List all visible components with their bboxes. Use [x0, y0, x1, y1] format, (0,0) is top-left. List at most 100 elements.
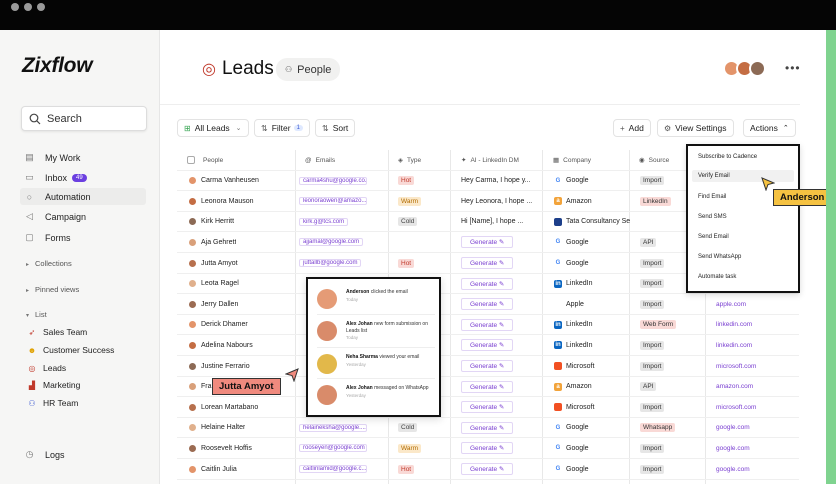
column-header-company[interactable]: ▦ Company — [553, 150, 591, 170]
source-cell[interactable]: API — [640, 377, 657, 397]
website-cell[interactable]: microsoft.com — [716, 397, 756, 417]
company-cell[interactable]: G Google — [554, 171, 638, 191]
nav-inbox[interactable]: ▭ Inbox 49 — [23, 172, 87, 183]
list-item-leads[interactable]: ◎ Leads — [27, 363, 67, 373]
ai-dm-cell[interactable]: Generate ✎ — [461, 459, 514, 479]
company-cell[interactable]: in LinkedIn — [554, 315, 638, 335]
list-item-customer-success[interactable]: ☻ Customer Success — [27, 345, 115, 355]
type-cell[interactable]: Warm — [398, 438, 422, 458]
company-cell[interactable]: Tata Consultancy Se — [554, 212, 638, 232]
pinned-views-section[interactable]: ▸ Pinned views — [26, 285, 79, 294]
generate-button[interactable]: Generate ✎ — [461, 318, 514, 331]
column-header-ai-linkedin-dm[interactable]: ✦ AI - LinkedIn DM — [461, 150, 519, 170]
search-input[interactable]: Search — [21, 106, 147, 131]
ai-dm-cell[interactable]: Generate ✎ — [461, 294, 514, 314]
notification-item[interactable]: Alex Johan messaged on WhatsApp Yesterday — [317, 383, 435, 413]
generate-button[interactable]: Generate ✎ — [461, 463, 514, 475]
source-cell[interactable]: Import — [640, 459, 665, 479]
company-cell[interactable]: in LinkedIn — [554, 274, 638, 294]
email-cell[interactable]: caitlinlamid@google.c... — [299, 459, 367, 479]
ai-dm-cell[interactable]: Generate ✎ — [461, 232, 514, 252]
table-row[interactable]: Roosevelt Hoffis rooseyen@google.com Warm G… — [177, 438, 799, 459]
person-cell[interactable]: Aja Gehrett — [189, 232, 236, 252]
menu-item-send-whatsapp[interactable]: Send WhatsApp — [698, 254, 741, 260]
company-cell[interactable]: Apple — [554, 294, 638, 314]
view-settings-button[interactable]: ⚙ View Settings — [657, 119, 734, 137]
table-row[interactable]: Adelina Nabours Generate ✎ in LinkedIn Impor… — [177, 335, 799, 356]
generate-button[interactable]: Generate ✎ — [461, 442, 514, 455]
ai-dm-cell[interactable]: Generate ✎ — [461, 274, 514, 294]
generate-button[interactable]: Generate ✎ — [461, 339, 514, 352]
nav-forms[interactable]: ▢ Forms — [23, 232, 70, 243]
email-cell[interactable]: ajjamal@google.com — [299, 232, 364, 252]
table-row[interactable]: Jerry Dallen Generate ✎ Apple Import apple.c… — [177, 294, 799, 315]
table-row[interactable]: Caitlin Julia caitlinlamid@google.c... Hot… — [177, 459, 799, 480]
people-view-button[interactable]: ⚇ People — [276, 58, 341, 81]
nav-automation[interactable]: ○ Automation — [20, 188, 146, 205]
sort-button[interactable]: ⇅ Sort — [315, 119, 356, 137]
notification-item[interactable]: Anderson clicked the email Today — [317, 287, 435, 317]
menu-item-find-email[interactable]: Find Email — [698, 194, 726, 200]
column-header-emails[interactable]: @ Emails — [305, 150, 335, 170]
website-cell[interactable]: linkedin.com — [716, 315, 752, 335]
column-header-people[interactable]: People — [189, 150, 223, 170]
person-cell[interactable]: Carma Vanheusen — [189, 171, 259, 191]
company-cell[interactable]: G Google — [554, 418, 638, 438]
company-cell[interactable]: G Google — [554, 438, 638, 458]
website-link[interactable]: microsoft.com — [716, 363, 756, 370]
website-link[interactable]: apple.com — [716, 301, 746, 308]
email-chip[interactable]: leonoraowen@amazo... — [299, 197, 367, 206]
email-chip[interactable]: kirk.g@tcs.com — [299, 217, 349, 226]
source-cell[interactable]: Whatsapp — [640, 418, 676, 438]
website-link[interactable]: linkedin.com — [716, 321, 752, 328]
nav-campaign[interactable]: ◁ Campaign — [23, 211, 86, 222]
table-row[interactable]: Derick Dhamer Generate ✎ in LinkedIn Web For… — [177, 315, 799, 336]
actions-button[interactable]: Actions ⌃ — [743, 119, 796, 137]
company-cell[interactable]: a Amazon — [554, 191, 638, 211]
person-cell[interactable]: Leonora Mauson — [189, 191, 254, 211]
person-cell[interactable]: Helaine Halter — [189, 418, 245, 438]
generate-button[interactable]: Generate ✎ — [461, 298, 514, 311]
website-cell[interactable]: linkedin.com — [716, 335, 752, 355]
email-cell[interactable]: leonoraowen@amazo... — [299, 191, 367, 211]
type-cell[interactable]: Cold — [398, 212, 418, 232]
website-cell[interactable]: google.com — [716, 418, 750, 438]
source-cell[interactable]: Import — [640, 356, 665, 376]
notification-item[interactable]: Alex Johan new form submission on Leads … — [317, 319, 435, 349]
type-cell[interactable]: Cold — [398, 418, 418, 438]
generate-button[interactable]: Generate ✎ — [461, 421, 514, 434]
person-cell[interactable]: Jerry Dallen — [189, 294, 238, 314]
company-cell[interactable]: Microsoft — [554, 397, 638, 417]
source-cell[interactable]: Import — [640, 335, 665, 355]
source-cell[interactable]: API — [640, 232, 657, 252]
menu-item-send-sms[interactable]: Send SMS — [698, 214, 727, 220]
source-cell[interactable]: Web Form — [640, 315, 677, 335]
email-cell[interactable]: rooseyen@google.com — [299, 438, 367, 458]
filter-button[interactable]: ⇅ Filter 1 — [254, 119, 310, 137]
avatar[interactable] — [749, 60, 766, 77]
source-cell[interactable]: Import — [640, 397, 665, 417]
email-cell[interactable]: helaineksha@google.... — [299, 418, 367, 438]
ai-dm-cell[interactable]: Generate ✎ — [461, 418, 514, 438]
person-cell[interactable]: Leota Ragel — [189, 274, 239, 294]
website-cell[interactable]: google.com — [716, 438, 750, 458]
ai-dm-cell[interactable]: Hey Leonora, I hope ... — [461, 191, 547, 211]
nav-my-work[interactable]: ▤ My Work — [23, 152, 80, 163]
ai-dm-cell[interactable]: Generate ✎ — [461, 377, 514, 397]
email-chip[interactable]: caitlinlamid@google.c... — [299, 465, 367, 473]
window-minimize-dot[interactable] — [24, 3, 32, 11]
source-cell[interactable]: Import — [640, 274, 665, 294]
company-cell[interactable]: G Google — [554, 253, 638, 273]
add-button[interactable]: + Add — [613, 119, 651, 137]
email-chip[interactable]: juttallb@google.com — [299, 259, 362, 267]
menu-item-send-email[interactable]: Send Email — [698, 234, 729, 240]
ai-dm-cell[interactable]: Hi [Name], I hope ... — [461, 212, 547, 232]
generate-button[interactable]: Generate ✎ — [461, 236, 514, 249]
list-section[interactable]: ▾ List — [26, 310, 47, 319]
website-link[interactable]: microsoft.com — [716, 404, 756, 411]
website-link[interactable]: linkedin.com — [716, 342, 752, 349]
window-close-dot[interactable] — [11, 3, 19, 11]
person-cell[interactable]: Roosevelt Hoffis — [189, 438, 252, 458]
person-cell[interactable]: Lorean Martabano — [189, 397, 258, 417]
table-row[interactable]: Lorean Martabano Generate ✎ Microsoft Impor… — [177, 397, 799, 418]
